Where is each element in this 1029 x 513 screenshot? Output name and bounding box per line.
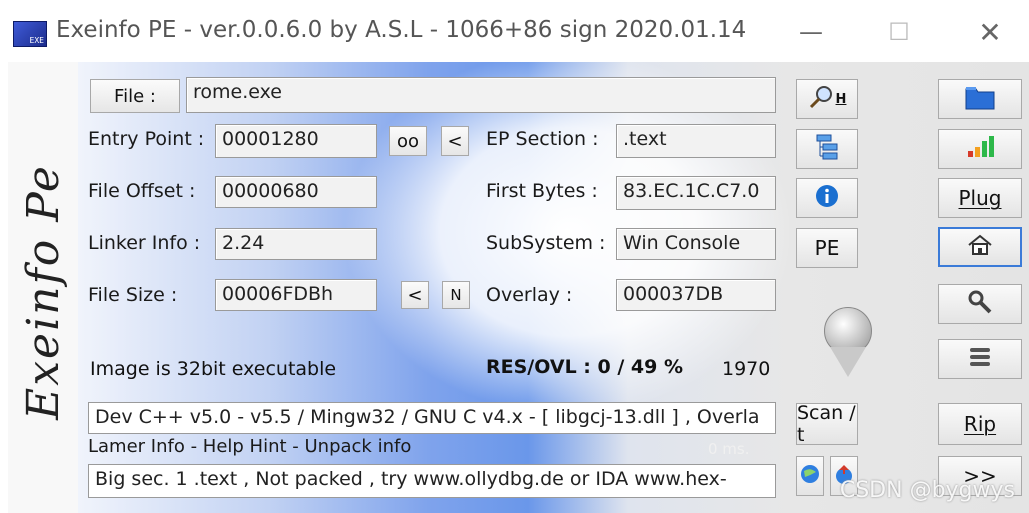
scan-time-text: 0 ms. [708,440,750,458]
ep-section-label: EP Section : [486,128,599,150]
home-icon [966,233,994,262]
file-size-field[interactable]: 00006FDBh [215,279,377,311]
award-ribbon [830,347,866,377]
file-offset-field[interactable]: 00000680 [215,176,377,208]
sections-button[interactable] [796,129,858,169]
wrench-icon [966,288,994,321]
close-button[interactable]: ✕ [965,12,1015,52]
search-h-button[interactable]: H [796,79,858,119]
res-ovl-text: RES/OVL : 0 / 49 % [486,356,683,378]
info-button[interactable] [796,178,858,218]
info-icon [814,183,840,214]
first-bytes-label: First Bytes : [486,180,598,202]
signal-bars-icon [964,135,996,164]
stats-button[interactable] [938,129,1022,169]
minimize-button[interactable]: — [786,12,836,52]
tools-button[interactable] [938,284,1022,324]
globe-icon [799,463,821,490]
linker-info-label: Linker Info : [88,232,201,254]
file-size-label: File Size : [88,284,178,306]
lamer-info-link[interactable]: Lamer Info - Help Hint - Unpack info [88,436,411,457]
watermark-text: CSDN @bygwys [839,478,1015,503]
file-button[interactable]: File : [90,79,180,113]
file-name-field[interactable]: rome.exe [186,77,776,113]
oo-button[interactable]: oo [389,126,427,156]
subsystem-field[interactable]: Win Console [616,228,776,260]
maximize-button[interactable]: ☐ [874,12,924,52]
linker-info-field[interactable]: 2.24 [215,228,377,260]
entry-point-field[interactable]: 00001280 [215,124,377,158]
size-prev-button[interactable]: < [401,281,429,309]
main-panel: Exeinfo Pe File : rome.exe Entry Point :… [8,62,1029,513]
ep-section-field[interactable]: .text [616,124,776,158]
window-title: Exeinfo PE - ver.0.0.6.0 by A.S.L - 1066… [56,17,747,43]
brand-logo-text: Exeinfo Pe [18,164,69,420]
tree-list-icon [814,133,840,166]
year-text: 1970 [722,358,771,380]
menu-button[interactable] [938,339,1022,379]
scan-button[interactable]: Scan / t [796,402,858,446]
app-icon: EXE [13,21,47,47]
hint-field[interactable]: Big sec. 1 .text , Not packed , try www.… [88,464,776,498]
exeinfo-window: EXE Exeinfo PE - ver.0.0.6.0 by A.S.L - … [0,0,1029,513]
globe-button-1[interactable] [796,456,824,496]
stack-menu-icon [966,345,994,374]
entry-point-label: Entry Point : [88,128,205,150]
image-bits-text: Image is 32bit executable [90,358,337,380]
subsystem-label: SubSystem : [486,232,606,254]
home-button[interactable] [938,227,1022,267]
entry-prev-button[interactable]: < [441,126,469,156]
open-folder-button[interactable] [938,79,1022,119]
plug-button[interactable]: Plug [938,178,1022,218]
first-bytes-field[interactable]: 83.EC.1C.C7.0 [616,176,776,210]
detection-result-field[interactable]: Dev C++ v5.0 - v5.5 / Mingw32 / GNU C v4… [88,402,776,434]
overlay-field[interactable]: 000037DB [616,279,776,311]
title-bar: EXE Exeinfo PE - ver.0.0.6.0 by A.S.L - … [0,0,1029,62]
magnifier-icon [808,84,834,115]
pe-button[interactable]: PE [796,228,858,268]
rip-button[interactable]: Rip [938,403,1022,445]
overlay-label: Overlay : [486,284,573,306]
folder-icon [964,83,996,116]
size-n-button[interactable]: N [442,281,470,309]
file-offset-label: File Offset : [88,180,196,202]
